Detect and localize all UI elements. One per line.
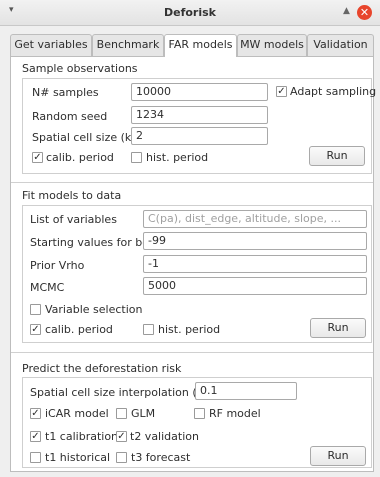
fit-run-button[interactable]: Run bbox=[310, 318, 366, 338]
sample-section-title: Sample observations bbox=[22, 62, 138, 75]
t3-forecast-label: t3 forecast bbox=[131, 451, 191, 464]
adapt-sampling-label: Adapt sampling bbox=[290, 85, 377, 98]
variable-selection-label: Variable selection bbox=[45, 303, 143, 316]
t1-calibration-label: t1 calibration bbox=[45, 430, 119, 443]
glm-checkbox[interactable] bbox=[116, 408, 127, 419]
mcmc-input[interactable]: 5000 bbox=[143, 277, 367, 295]
glm-label: GLM bbox=[131, 407, 156, 420]
t2-validation-checkbox[interactable]: ✓ bbox=[116, 431, 127, 442]
t2-validation-label: t2 validation bbox=[130, 430, 199, 443]
t1-historical-checkbox[interactable] bbox=[30, 452, 41, 463]
random-seed-label: Random seed bbox=[32, 110, 108, 123]
interpolation-cell-size-input[interactable]: 0.1 bbox=[195, 382, 297, 400]
sample-hist-period-checkbox[interactable] bbox=[131, 152, 142, 163]
spatial-cell-size-input[interactable]: 2 bbox=[131, 127, 268, 145]
tab-get-variables[interactable]: Get variables bbox=[10, 34, 92, 56]
tab-far-models[interactable]: FAR models bbox=[164, 34, 237, 57]
fit-calib-period-checkbox[interactable]: ✓ bbox=[30, 324, 41, 335]
interpolation-cell-size-label: Spatial cell size interpolation (km) bbox=[30, 386, 218, 399]
tab-validation[interactable]: Validation bbox=[307, 34, 374, 56]
close-icon[interactable]: ✕ bbox=[357, 5, 372, 20]
n-samples-input[interactable]: 10000 bbox=[131, 83, 268, 101]
adapt-sampling-checkbox[interactable]: ✓ bbox=[276, 86, 287, 97]
tab-benchmark[interactable]: Benchmark bbox=[92, 34, 164, 56]
t3-forecast-checkbox[interactable] bbox=[116, 452, 127, 463]
sample-calib-period-checkbox[interactable]: ✓ bbox=[32, 152, 43, 163]
starting-beta-input[interactable]: -99 bbox=[143, 232, 367, 250]
n-samples-label: N# samples bbox=[32, 86, 99, 99]
variable-selection-checkbox[interactable] bbox=[30, 304, 41, 315]
spatial-cell-size-label: Spatial cell size (km) bbox=[32, 131, 147, 144]
divider bbox=[11, 352, 373, 353]
icar-model-checkbox[interactable]: ✓ bbox=[30, 408, 41, 419]
list-of-variables-label: List of variables bbox=[30, 213, 117, 226]
t1-calibration-checkbox[interactable]: ✓ bbox=[30, 431, 41, 442]
fit-hist-period-checkbox[interactable] bbox=[143, 324, 154, 335]
window-title: Deforisk bbox=[164, 6, 216, 19]
sample-calib-period-label: calib. period bbox=[46, 151, 114, 164]
rf-model-checkbox[interactable] bbox=[194, 408, 205, 419]
starting-beta-label: Starting values for beta bbox=[30, 236, 161, 249]
fit-calib-period-label: calib. period bbox=[45, 323, 113, 336]
prior-vrho-input[interactable]: -1 bbox=[143, 255, 367, 273]
mcmc-label: MCMC bbox=[30, 281, 65, 294]
icar-model-label: iCAR model bbox=[45, 407, 109, 420]
divider bbox=[11, 182, 373, 183]
list-of-variables-input[interactable]: C(pa), dist_edge, altitude, slope, ... bbox=[143, 210, 367, 228]
prior-vrho-label: Prior Vrho bbox=[30, 259, 85, 272]
fit-section-title: Fit models to data bbox=[22, 189, 122, 202]
rf-model-label: RF model bbox=[209, 407, 261, 420]
random-seed-input[interactable]: 1234 bbox=[131, 106, 268, 124]
t1-historical-label: t1 historical bbox=[45, 451, 111, 464]
predict-run-button[interactable]: Run bbox=[310, 446, 366, 466]
fit-hist-period-label: hist. period bbox=[158, 323, 221, 336]
sample-hist-period-label: hist. period bbox=[146, 151, 209, 164]
triangle-up-icon[interactable]: ▲ bbox=[343, 6, 350, 16]
predict-section-title: Predict the deforestation risk bbox=[22, 362, 182, 375]
tab-mw-models[interactable]: MW models bbox=[237, 34, 307, 56]
sample-run-button[interactable]: Run bbox=[309, 146, 365, 166]
